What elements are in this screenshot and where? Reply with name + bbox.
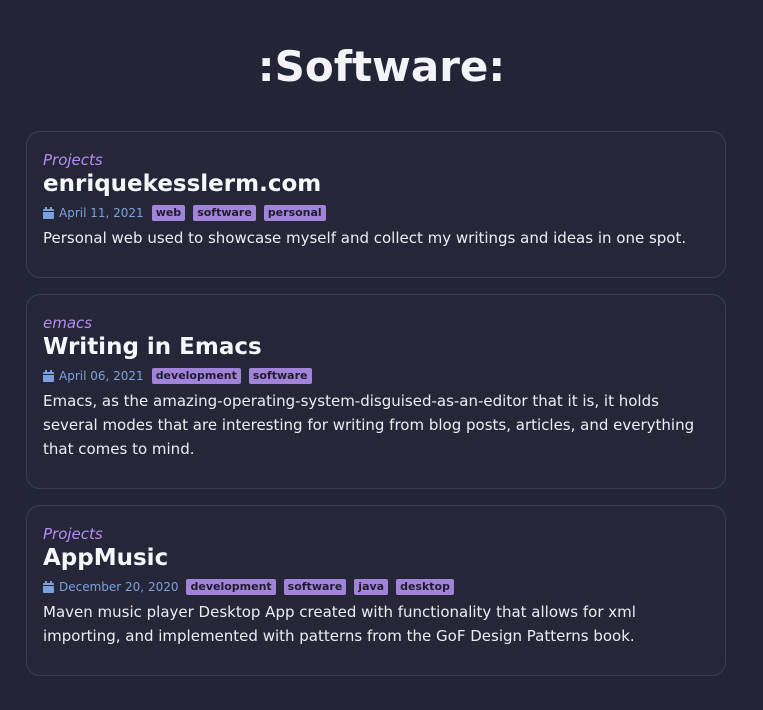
post-description: Personal web used to showcase myself and… [43,229,687,247]
tag-personal[interactable]: personal [263,205,326,221]
post-date: December 20, 2020 [59,580,179,594]
calendar-icon [43,207,54,219]
tag-desktop[interactable]: desktop [396,579,454,595]
post-title[interactable]: enriquekesslerm.com [43,170,709,198]
page: :Software: Projects enriquekesslerm.com … [0,0,763,710]
post-card[interactable]: emacs Writing in Emacs April 06, 2021 de… [26,294,726,489]
post-category[interactable]: emacs [43,313,709,333]
post-title[interactable]: Writing in Emacs [43,333,709,361]
tag-development[interactable]: development [151,368,241,384]
post-card[interactable]: Projects enriquekesslerm.com April 11, 2… [26,131,726,278]
post-meta: April 11, 2021 web software personal [43,202,709,224]
calendar-icon [43,581,54,593]
tag-software[interactable]: software [248,368,312,384]
tag-web[interactable]: web [151,205,186,221]
post-meta: December 20, 2020 development software j… [43,576,709,598]
post-category[interactable]: Projects [43,150,709,170]
post-date: April 11, 2021 [59,206,144,220]
tag-development[interactable]: development [186,579,276,595]
post-category[interactable]: Projects [43,524,709,544]
calendar-icon [43,370,54,382]
post-description: Maven music player Desktop App created w… [43,603,636,645]
post-title[interactable]: AppMusic [43,544,709,572]
post-date: April 06, 2021 [59,369,144,383]
tag-java[interactable]: java [354,579,389,595]
tag-software[interactable]: software [283,579,347,595]
tag-software[interactable]: software [193,205,256,221]
post-meta: April 06, 2021 development software [43,365,709,387]
post-card[interactable]: Projects AppMusic December 20, 2020 deve… [26,505,726,676]
post-description: Emacs, as the amazing-operating-system-d… [43,392,695,458]
page-title: :Software: [257,42,506,91]
